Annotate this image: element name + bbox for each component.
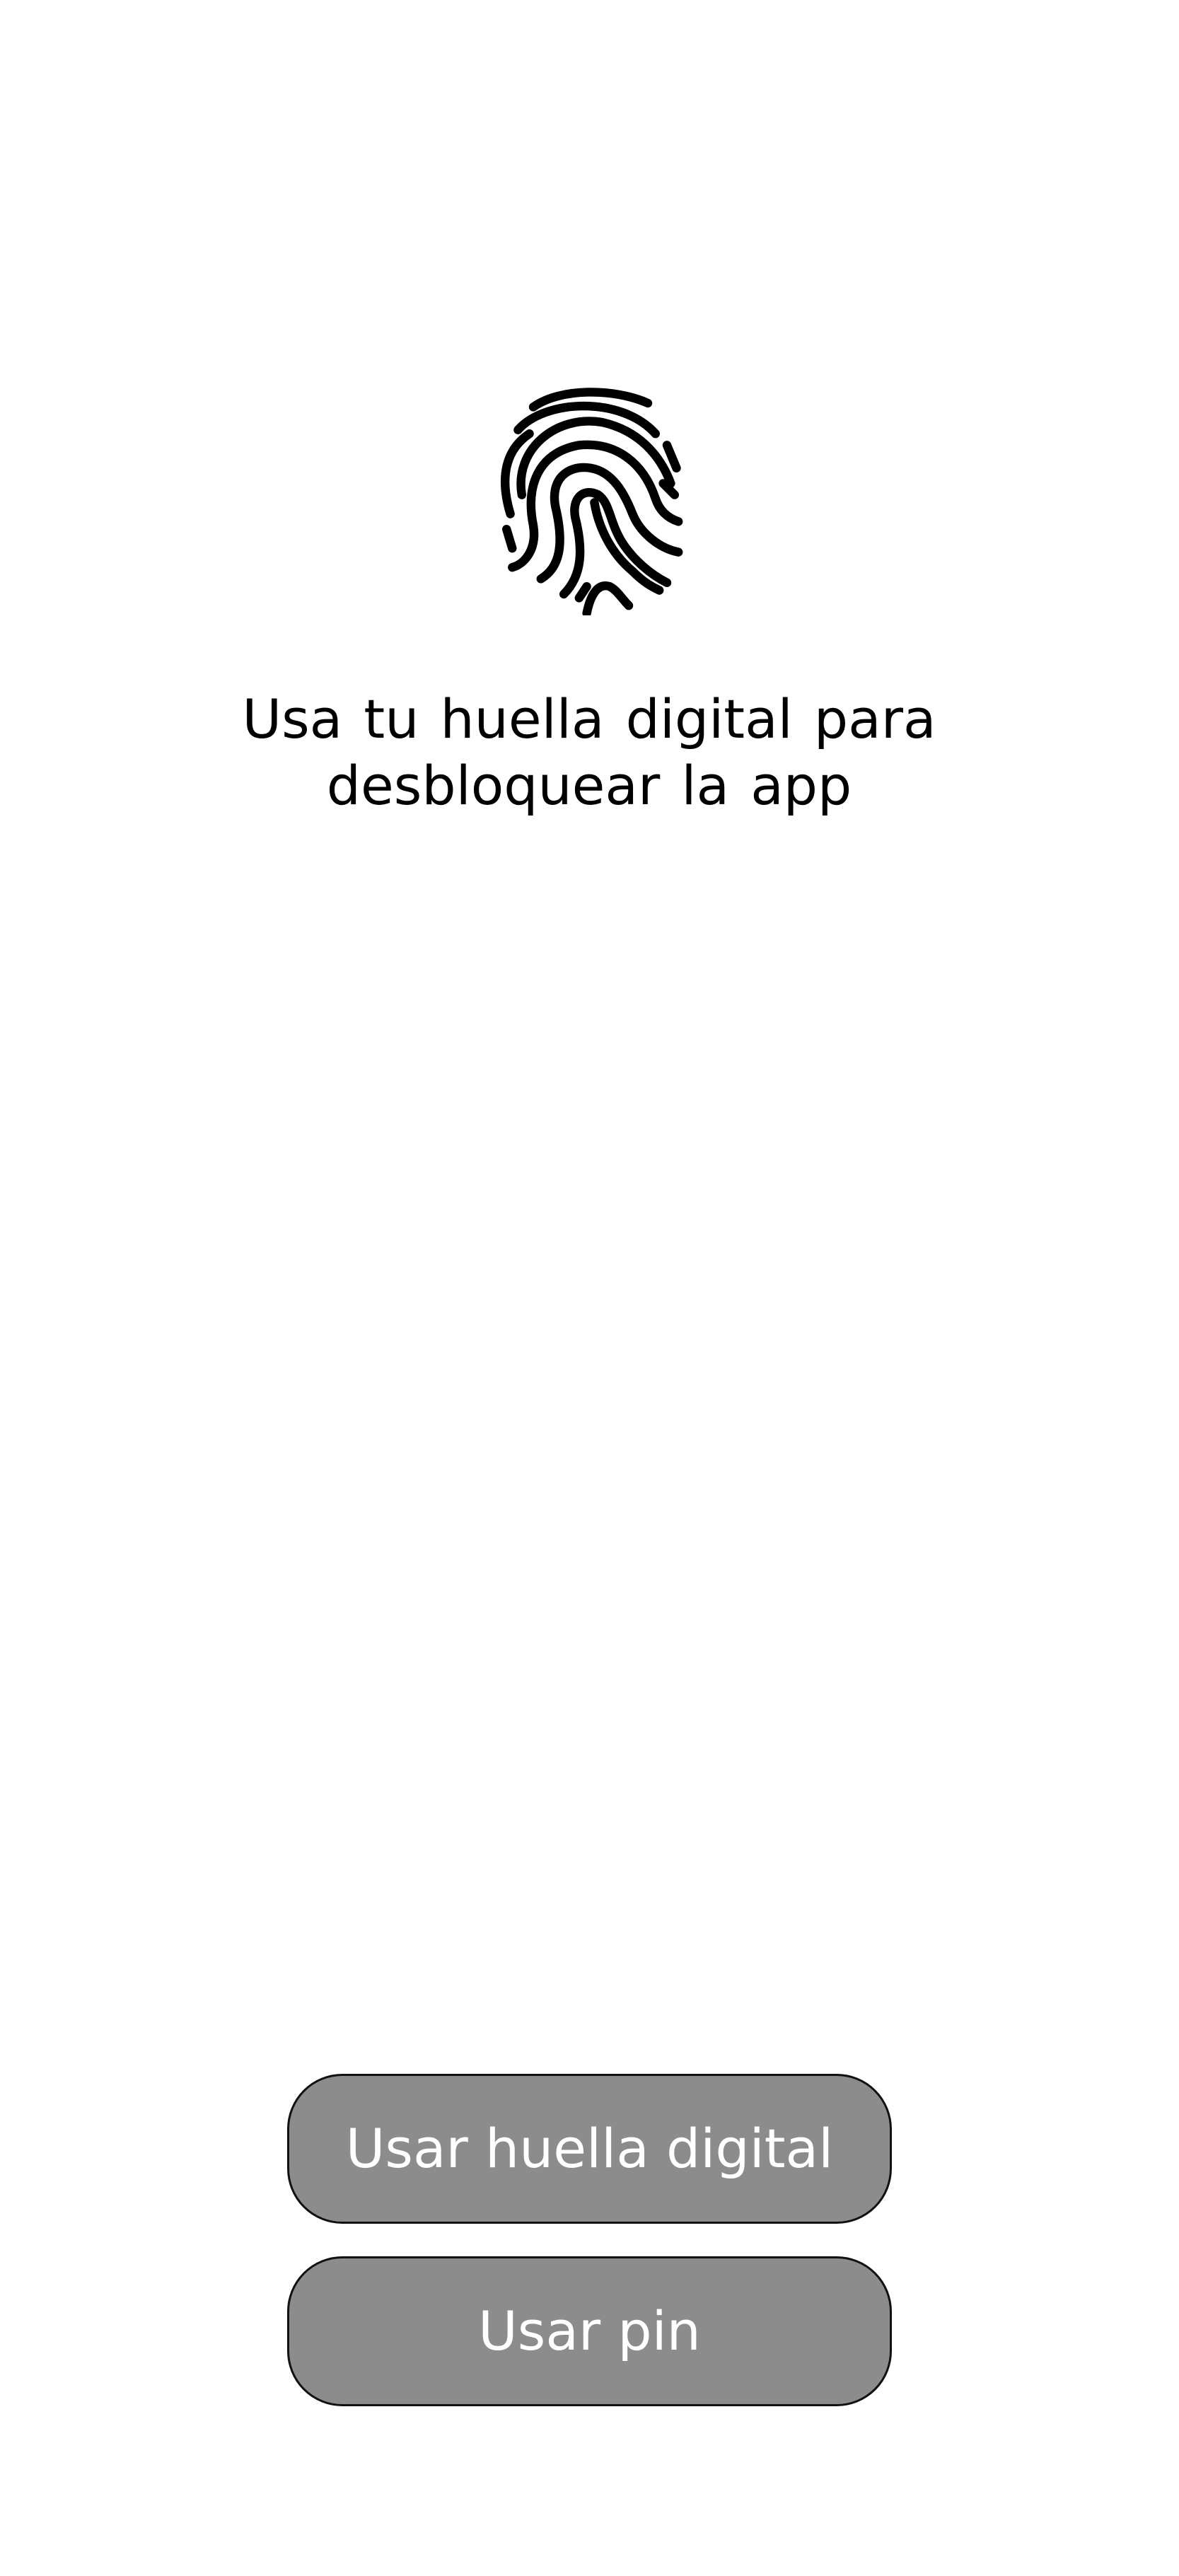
unlock-screen: Usa tu huella digital para desbloquear l… xyxy=(0,0,1179,2576)
instruction-line-2: desbloquear la app xyxy=(326,754,852,817)
use-pin-button[interactable]: Usar pin xyxy=(287,2256,892,2406)
fingerprint-icon xyxy=(495,382,686,615)
unlock-instruction: Usa tu huella digital para desbloquear l… xyxy=(165,686,1014,819)
use-fingerprint-button[interactable]: Usar huella digital xyxy=(287,2074,892,2224)
instruction-line-1: Usa tu huella digital para xyxy=(242,687,936,750)
